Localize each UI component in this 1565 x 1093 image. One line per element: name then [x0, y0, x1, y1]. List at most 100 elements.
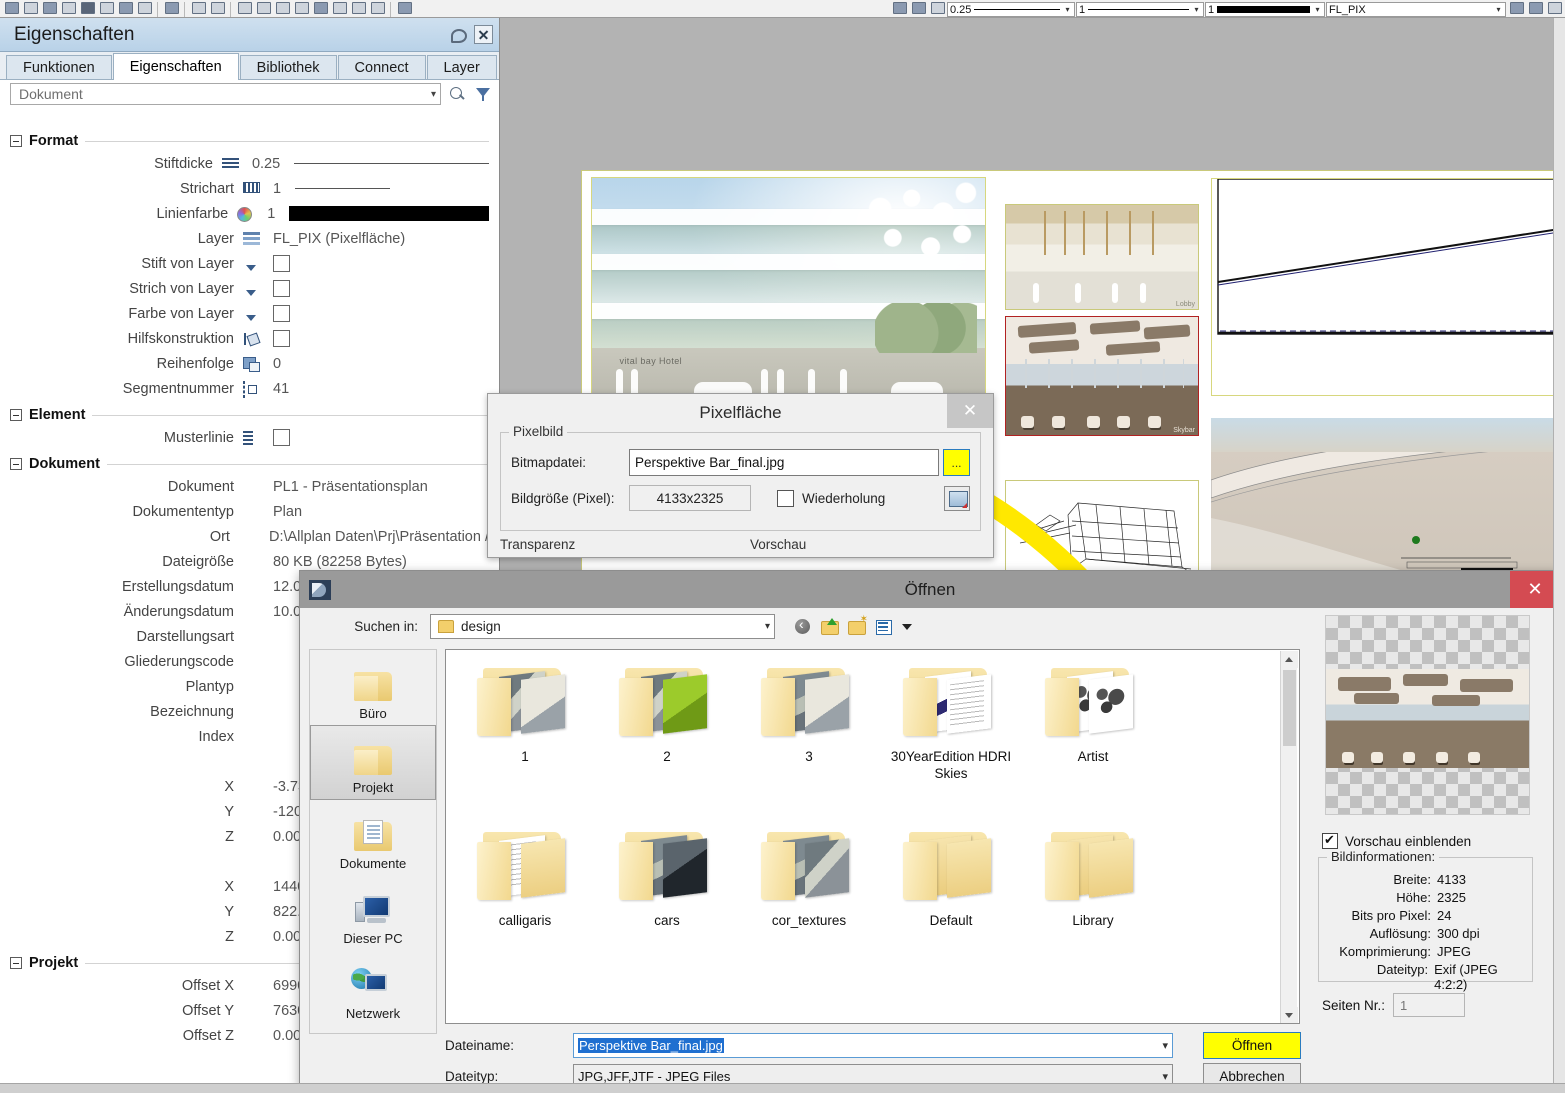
collapse-toggle[interactable]	[10, 409, 22, 421]
up-folder-icon[interactable]	[820, 617, 840, 636]
layers-icon[interactable]	[116, 1, 134, 17]
list-item[interactable]: cars	[596, 820, 738, 984]
property-row[interactable]: Musterlinie	[10, 425, 489, 450]
chevron-down-icon[interactable]: ▾	[1313, 5, 1322, 14]
save-icon[interactable]	[78, 1, 96, 17]
property-row[interactable]: Dokumententyp Plan	[10, 499, 489, 524]
bitmap-input[interactable]: Perspektive Bar_final.jpg	[629, 449, 939, 476]
tab-layer[interactable]: Layer	[427, 55, 497, 79]
eyedropper-icon[interactable]	[928, 1, 946, 17]
property-row[interactable]: Layer FL_PIX (Pixelfläche)	[10, 226, 489, 251]
collapse-toggle[interactable]	[10, 458, 22, 470]
list-item[interactable]: Artist	[1022, 656, 1164, 820]
open2-icon[interactable]	[330, 1, 348, 17]
thumbnail-skybar[interactable]: Skybar	[1005, 316, 1199, 436]
thumbnail-lobby[interactable]: Lobby	[1005, 204, 1199, 310]
layer-select-icon[interactable]	[1526, 1, 1544, 17]
property-row[interactable]: Segmentnummer 41	[10, 376, 489, 401]
open-folder-icon[interactable]	[59, 1, 77, 17]
panel-tabs[interactable]: Funktionen Eigenschaften Bibliothek Conn…	[0, 52, 499, 80]
list-item[interactable]: cor_textures	[738, 820, 880, 984]
place-item-netzwerk[interactable]: Netzwerk	[310, 950, 436, 1025]
chevron-down-icon[interactable]: ▾	[1063, 5, 1072, 14]
list-item[interactable]: Library	[1022, 820, 1164, 984]
layer-settings-icon[interactable]	[1507, 1, 1525, 17]
file-list-scrollbar[interactable]	[1280, 651, 1297, 1024]
close-icon[interactable]: ✕	[947, 394, 993, 428]
back-icon[interactable]	[793, 617, 813, 636]
tab-bibliothek[interactable]: Bibliothek	[240, 55, 337, 79]
color-from-layer-checkbox[interactable]	[273, 305, 290, 322]
browse-button[interactable]: ...	[943, 449, 970, 476]
filename-input[interactable]: Perspektive Bar_final.jpg ▾	[573, 1033, 1173, 1058]
open-file-dialog[interactable]: Öffnen ✕ Suchen in: design ▾ Büro	[299, 570, 1561, 1087]
property-row[interactable]: Reihenfolge 0	[10, 351, 489, 376]
chevron-down-icon[interactable]: ▾	[1494, 5, 1503, 14]
new-folder-icon[interactable]	[847, 617, 867, 636]
lookin-select[interactable]: design ▾	[430, 614, 775, 639]
line-color-combo[interactable]: 1 ▾	[1205, 2, 1325, 17]
box-icon[interactable]	[368, 1, 386, 17]
line-from-layer-checkbox[interactable]	[273, 280, 290, 297]
main-toolbar[interactable]: 0.25 ▾ 1 ▾ 1 ▾ FL_PIX ▾	[0, 0, 1565, 18]
list-item[interactable]: calligaris	[454, 820, 596, 984]
property-row[interactable]: Stiftdicke 0.25	[10, 151, 489, 176]
open-project-icon[interactable]	[2, 1, 20, 17]
file-list[interactable]: 1 2 3 30YearEdition HDRI Skies	[445, 649, 1300, 1024]
copy-icon[interactable]	[40, 1, 58, 17]
app-vertical-scrollbar[interactable]	[1553, 18, 1565, 1083]
show-preview-checkbox[interactable]	[1322, 833, 1338, 849]
construction-line-checkbox[interactable]	[273, 330, 290, 347]
list-item[interactable]: 1	[454, 656, 596, 820]
chevron-down-icon[interactable]	[901, 617, 913, 636]
chevron-down-icon[interactable]: ▾	[1162, 1039, 1168, 1052]
group-format[interactable]: Format	[10, 133, 489, 149]
redo-icon[interactable]	[208, 1, 226, 17]
pages-input[interactable]: 1	[1393, 993, 1465, 1017]
property-row[interactable]: Hilfskonstruktion	[10, 326, 489, 351]
snap-icon[interactable]	[292, 1, 310, 17]
measure-length-icon[interactable]	[235, 1, 253, 17]
open-button[interactable]: Öffnen	[1203, 1032, 1301, 1059]
export-icon[interactable]	[349, 1, 367, 17]
scrollbar-thumb[interactable]	[1283, 670, 1296, 746]
chevron-down-icon[interactable]: ▾	[1192, 5, 1201, 14]
brush-icon[interactable]	[909, 1, 927, 17]
layer-more-icon[interactable]	[1545, 1, 1563, 17]
line-type-combo[interactable]: 1 ▾	[1076, 2, 1204, 17]
scope-select[interactable]: Dokument ▾	[10, 83, 441, 105]
view-mode-icon[interactable]	[874, 617, 894, 636]
repeat-checkbox[interactable]	[777, 490, 794, 507]
print-icon[interactable]	[135, 1, 153, 17]
search-icon[interactable]	[447, 84, 467, 104]
pixelflaeche-dialog[interactable]: Pixelfläche ✕ Pixelbild Bitmapdatei: Per…	[487, 393, 994, 558]
show-preview-checkbox-wrap[interactable]: Vorschau einblenden	[1322, 833, 1471, 849]
new-document-icon[interactable]	[21, 1, 39, 17]
property-row[interactable]: Ort D:\Allplan Daten\Prj\Präsentation /	[10, 524, 489, 549]
collapse-toggle[interactable]	[10, 957, 22, 969]
close-icon[interactable]	[474, 25, 493, 44]
pen-icon[interactable]	[890, 1, 908, 17]
pin-icon[interactable]	[448, 25, 467, 44]
property-row[interactable]: Farbe von Layer	[10, 301, 489, 326]
group-element[interactable]: Element	[10, 407, 489, 423]
chevron-down-icon[interactable]: ▾	[431, 89, 436, 100]
pen-thickness-combo[interactable]: 0.25 ▾	[947, 2, 1075, 17]
property-row[interactable]: Stift von Layer	[10, 251, 489, 276]
places-sidebar[interactable]: Büro Projekt Dokumente Dieser PC Netzwer…	[309, 649, 437, 1034]
chevron-down-icon[interactable]: ▾	[1162, 1070, 1168, 1083]
dialog-toolbar[interactable]	[793, 617, 913, 636]
chevron-down-icon[interactable]: ▾	[765, 621, 770, 632]
property-row[interactable]: Dokument PL1 - Präsentationsplan	[10, 474, 489, 499]
repeat-checkbox-wrap[interactable]: Wiederholung	[777, 490, 885, 507]
collapse-toggle[interactable]	[10, 135, 22, 147]
place-item-dokumente[interactable]: Dokumente	[310, 800, 436, 875]
undo-icon[interactable]	[189, 1, 207, 17]
scroll-down-icon[interactable]	[1281, 1007, 1298, 1024]
place-item-projekt[interactable]: Projekt	[310, 725, 436, 800]
scroll-up-icon[interactable]	[1281, 651, 1298, 668]
property-row[interactable]: Linienfarbe 1	[10, 201, 489, 226]
list-item[interactable]: 2	[596, 656, 738, 820]
pen-from-layer-checkbox[interactable]	[273, 255, 290, 272]
image-edit-icon[interactable]	[944, 486, 970, 511]
